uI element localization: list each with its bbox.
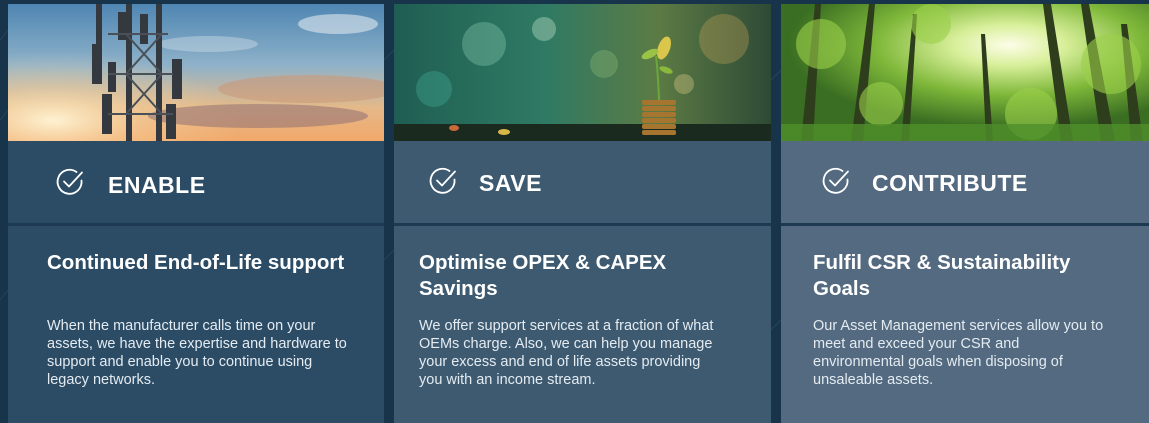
card-heading: CONTRIBUTE xyxy=(872,170,1028,196)
card-title: Fulfil CSR & Sustainability Goals xyxy=(813,251,1071,300)
check-circle-icon xyxy=(822,167,849,194)
card-enable: ENABLE Continued End-of-Life support Whe… xyxy=(8,4,384,423)
cell-tower-sunset-photo xyxy=(8,4,384,141)
check-circle-icon xyxy=(429,167,456,194)
card-contribute: CONTRIBUTE Fulfil CSR & Sustainability G… xyxy=(781,4,1149,423)
card-description: Our Asset Management services allow you … xyxy=(813,318,1104,388)
card-title: Optimise OPEX & CAPEX Savings xyxy=(419,251,667,300)
sunlit-forest-photo xyxy=(781,4,1149,141)
check-circle-icon xyxy=(56,168,83,195)
sprout-on-coins-photo xyxy=(394,4,771,141)
card-heading: SAVE xyxy=(479,170,542,196)
card-description: We offer support services at a fraction … xyxy=(419,318,714,388)
card-heading: ENABLE xyxy=(108,172,206,198)
card-title: Continued End-of-Life support xyxy=(47,251,345,274)
card-description: When the manufacturer calls time on your… xyxy=(47,318,347,388)
card-save: SAVE Optimise OPEX & CAPEX Savings We of… xyxy=(394,4,771,423)
